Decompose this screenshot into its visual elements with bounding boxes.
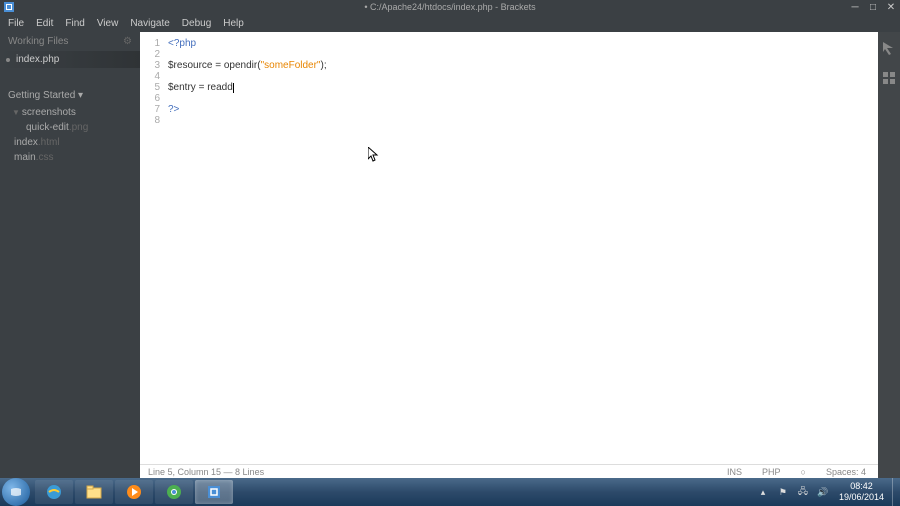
taskbar-brackets[interactable]: [195, 480, 233, 504]
extensions-icon[interactable]: [881, 70, 897, 86]
status-ins[interactable]: INS: [723, 467, 746, 477]
live-preview-icon[interactable]: [881, 40, 897, 56]
folder-expand-icon: ▼: [12, 108, 20, 117]
tray-show-hidden-icon[interactable]: ▴: [755, 484, 771, 500]
titlebar: • C:/Apache24/htdocs/index.php - Bracket…: [0, 0, 900, 14]
maximize-button[interactable]: □: [864, 0, 882, 14]
dirty-indicator-icon: [6, 58, 10, 62]
status-position: Line 5, Column 15 — 8 Lines: [148, 467, 264, 477]
menubar: File Edit Find View Navigate Debug Help: [0, 14, 900, 32]
sidebar: Working Files ⚙ index.php Getting Starte…: [0, 32, 140, 478]
project-dropdown[interactable]: Getting Started ▾: [0, 86, 140, 105]
working-file-label: index.php: [16, 54, 59, 65]
clock-time: 08:42: [839, 481, 884, 492]
clock-date: 19/06/2014: [839, 492, 884, 503]
menu-find[interactable]: Find: [59, 16, 90, 31]
menu-help[interactable]: Help: [217, 16, 250, 31]
file-ext: .html: [38, 137, 60, 148]
close-button[interactable]: ✕: [882, 0, 900, 14]
taskbar-chrome[interactable]: [155, 480, 193, 504]
folder-screenshots[interactable]: ▼screenshots: [0, 105, 140, 120]
working-file-index-php[interactable]: index.php: [0, 51, 140, 68]
tray-flag-icon[interactable]: ⚑: [775, 484, 791, 500]
status-spaces[interactable]: Spaces: 4: [822, 467, 870, 477]
status-lang[interactable]: PHP: [758, 467, 785, 477]
menu-file[interactable]: File: [2, 16, 30, 31]
statusbar: Line 5, Column 15 — 8 Lines INS PHP ○ Sp…: [140, 464, 878, 478]
menu-view[interactable]: View: [91, 16, 125, 31]
file-main-css[interactable]: main.css: [0, 150, 140, 165]
windows-taskbar: ▴ ⚑ 🖧 🔊 08:42 19/06/2014: [0, 478, 900, 506]
file-base: main: [14, 152, 36, 163]
menu-edit[interactable]: Edit: [30, 16, 59, 31]
taskbar-clock[interactable]: 08:42 19/06/2014: [833, 481, 890, 503]
right-toolbar: [878, 32, 900, 478]
folder-label: screenshots: [22, 107, 76, 118]
menu-debug[interactable]: Debug: [176, 16, 217, 31]
brackets-app-icon: [4, 2, 14, 12]
system-tray: ▴ ⚑ 🖧 🔊 08:42 19/06/2014: [753, 478, 900, 506]
code-content[interactable]: <?php$resource = opendir("someFolder");$…: [168, 38, 878, 464]
file-base: quick-edit: [26, 122, 69, 133]
working-files-header: Working Files ⚙: [0, 32, 140, 51]
file-ext: .css: [36, 152, 54, 163]
minimize-button[interactable]: ─: [846, 0, 864, 14]
menu-navigate[interactable]: Navigate: [124, 16, 175, 31]
working-files-label: Working Files: [8, 36, 68, 47]
gear-icon[interactable]: ⚙: [123, 36, 132, 47]
window-title: • C:/Apache24/htdocs/index.php - Bracket…: [364, 2, 535, 12]
line-gutter: 12345678: [140, 38, 168, 464]
taskbar-explorer[interactable]: [75, 480, 113, 504]
tray-network-icon[interactable]: 🖧: [795, 484, 811, 500]
project-name: Getting Started ▾: [8, 90, 83, 101]
status-lint-icon[interactable]: ○: [797, 467, 810, 477]
file-ext: .png: [69, 122, 88, 133]
show-desktop-button[interactable]: [892, 478, 900, 506]
start-button[interactable]: [2, 478, 30, 506]
tray-volume-icon[interactable]: 🔊: [815, 484, 831, 500]
file-base: index: [14, 137, 38, 148]
editor[interactable]: 12345678 <?php$resource = opendir("someF…: [140, 32, 878, 478]
file-quick-edit-png[interactable]: quick-edit.png: [0, 120, 140, 135]
taskbar-media-player[interactable]: [115, 480, 153, 504]
taskbar-ie[interactable]: [35, 480, 73, 504]
file-index-html[interactable]: index.html: [0, 135, 140, 150]
